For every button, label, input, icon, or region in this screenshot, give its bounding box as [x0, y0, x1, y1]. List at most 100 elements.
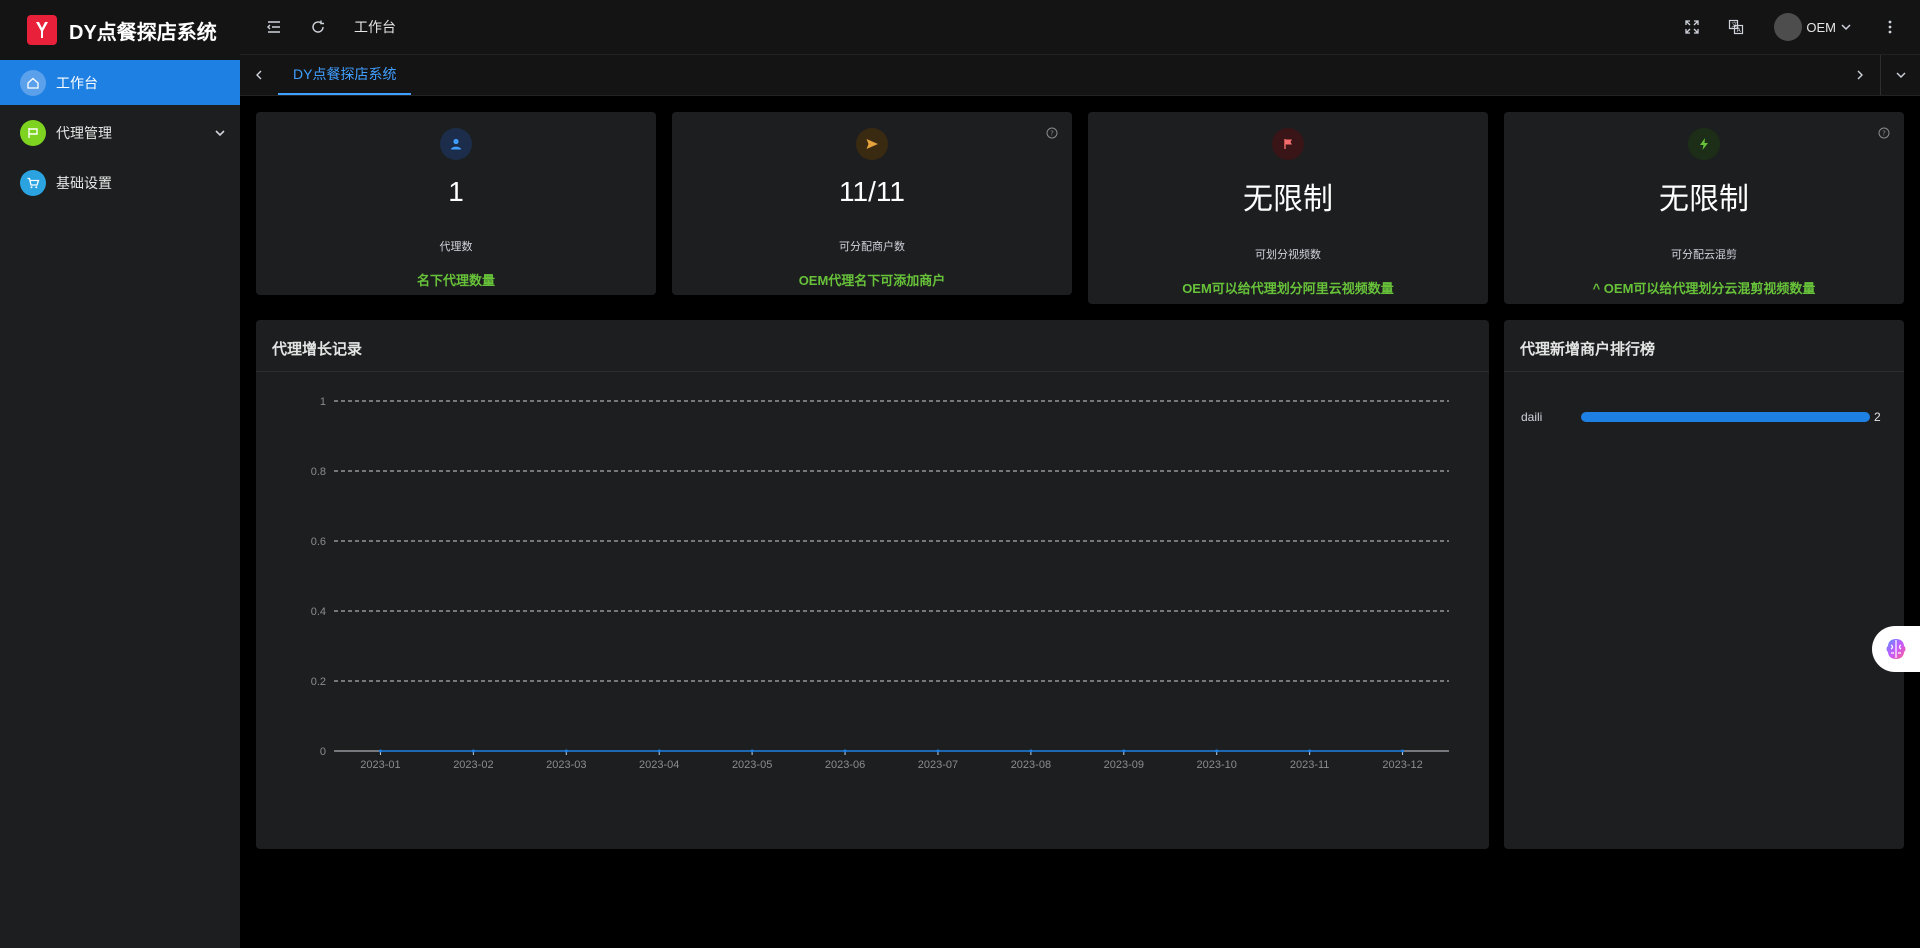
help-icon[interactable]: ?	[1878, 126, 1890, 139]
logo[interactable]: DY点餐探店系统	[0, 0, 240, 60]
sidebar-item-label: 代理管理	[56, 124, 112, 141]
x-tick-label: 2023-06	[825, 759, 865, 771]
chevron-down-icon[interactable]	[1840, 21, 1852, 33]
cart-icon	[20, 169, 46, 196]
svg-text:?: ?	[1882, 130, 1886, 138]
top-header: 工作台 文A OEM	[240, 0, 1920, 55]
x-tick-label: 2023-05	[732, 759, 772, 771]
stat-desc: 名下代理数量	[416, 273, 495, 288]
y-tick-label: 0.6	[311, 536, 326, 548]
sidebar-item-workbench[interactable]: 工作台	[0, 60, 240, 105]
flag-icon	[20, 119, 46, 146]
x-tick-label: 2023-10	[1197, 759, 1237, 771]
sidebar: DY点餐探店系统 工作台 代理管理 基础设置	[0, 0, 240, 948]
data-point	[471, 749, 475, 753]
ranking-bar	[1581, 412, 1870, 422]
chevron-down-icon[interactable]	[1880, 55, 1920, 95]
more-vertical-icon[interactable]	[1880, 17, 1900, 37]
data-point	[657, 749, 661, 753]
stat-desc: OEM可以给代理划分阿里云视频数量	[1182, 281, 1394, 296]
stat-value: 无限制	[1243, 183, 1333, 216]
tabs-controls	[1840, 55, 1920, 95]
x-tick-label: 2023-01	[360, 759, 400, 771]
breadcrumb[interactable]: 工作台	[354, 17, 396, 37]
bolt-icon	[1688, 128, 1720, 160]
tabs-bar: DY点餐探店系统	[240, 55, 1920, 96]
chevron-left-icon[interactable]	[240, 55, 278, 95]
data-point	[1215, 749, 1219, 753]
fullscreen-icon[interactable]	[1682, 17, 1702, 37]
panel-title: 代理新增商户排行榜	[1520, 341, 1656, 358]
agent-growth-panel: 代理增长记录 0 0.2 0.4 0.6 0.8 1 2023-01 2023-02 2023-…	[256, 320, 1489, 849]
sidebar-item-label: 基础设置	[56, 174, 112, 191]
data-point	[843, 749, 847, 753]
stat-label: 可分配云混剪	[1671, 249, 1737, 261]
agent-growth-chart: 0 0.2 0.4 0.6 0.8 1 2023-01 2023-02 2023-03 2023-…	[311, 396, 1449, 771]
data-point	[1029, 749, 1033, 753]
sidebar-menu: 工作台 代理管理 基础设置	[0, 60, 240, 205]
ranking-row: daili 2	[1521, 410, 1884, 424]
flag-icon	[1272, 128, 1304, 160]
data-point	[564, 749, 568, 753]
stat-label: 可分配商户数	[839, 241, 905, 253]
stat-desc: ^ OEM可以给代理划分云混剪视频数量	[1592, 281, 1816, 296]
refresh-icon[interactable]	[308, 17, 328, 37]
help-icon[interactable]: ?	[1046, 126, 1058, 139]
x-tick-label: 2023-08	[1011, 759, 1051, 771]
svg-text:?: ?	[1050, 130, 1054, 138]
sidebar-item-label: 工作台	[56, 74, 98, 91]
user-icon	[440, 128, 472, 160]
ranking-panel: 代理新增商户排行榜 daili 2	[1504, 320, 1904, 849]
data-point	[936, 749, 940, 753]
ranking-bar-track	[1581, 412, 1870, 422]
divider	[1504, 371, 1904, 372]
avatar[interactable]	[1774, 13, 1803, 41]
stat-desc: OEM代理名下可添加商户	[798, 273, 946, 288]
data-point	[1122, 749, 1126, 753]
x-tick-label: 2023-03	[546, 759, 586, 771]
chevron-down-icon[interactable]	[200, 127, 240, 139]
x-tick-label: 2023-02	[453, 759, 493, 771]
header-actions: 文A OEM	[1658, 13, 1920, 41]
stat-value: 11/11	[839, 176, 905, 207]
x-tick-label: 2023-07	[918, 759, 958, 771]
data-point	[1308, 749, 1312, 753]
y-tick-label: 0.2	[311, 676, 326, 688]
data-point	[750, 749, 754, 753]
chevron-right-icon[interactable]	[1840, 55, 1880, 95]
tab-home[interactable]: DY点餐探店系统	[278, 55, 412, 95]
app-title: DY点餐探店系统	[69, 21, 217, 44]
stat-value: 1	[448, 176, 464, 207]
stat-label: 可划分视频数	[1255, 249, 1321, 261]
app-root: DY点餐探店系统 工作台 代理管理 基础设置 工作台 文 A OEM DY点餐探…	[0, 0, 1920, 948]
data-point	[378, 749, 382, 753]
stat-card-cloud-remix: ? 无限制 可分配云混剪 ^ OEM可以给代理划分云混剪视频数量	[1504, 112, 1904, 304]
ranking-value: 2	[1874, 410, 1881, 424]
stat-card-agents: 1 代理数 名下代理数量	[256, 112, 656, 295]
main-content: 1 代理数 名下代理数量 ? 11/11 可分配商户数 OEM代理名下可添加商户…	[240, 96, 1920, 948]
home-icon	[20, 69, 46, 96]
y-tick-label: 1	[320, 396, 326, 408]
x-tick-label: 2023-04	[639, 759, 679, 771]
y-tick-label: 0.4	[311, 606, 326, 618]
user-name[interactable]: OEM	[1806, 20, 1836, 35]
stat-card-videos: 无限制 可划分视频数 OEM可以给代理划分阿里云视频数量	[1088, 112, 1488, 304]
x-tick-label: 2023-12	[1382, 759, 1422, 771]
y-tick-label: 0.8	[311, 466, 326, 478]
y-tick-label: 0	[320, 746, 326, 758]
ranking-name: daili	[1521, 410, 1543, 424]
ai-assistant-button[interactable]	[1872, 626, 1920, 672]
data-point	[1401, 749, 1405, 753]
brain-icon	[1886, 639, 1906, 659]
x-tick-label: 2023-09	[1104, 759, 1144, 771]
collapse-menu-icon[interactable]	[264, 17, 284, 37]
send-icon	[856, 128, 888, 160]
stat-card-merchants: ? 11/11 可分配商户数 OEM代理名下可添加商户	[672, 112, 1072, 295]
rabbit-logo-icon	[27, 15, 57, 45]
stat-value: 无限制	[1659, 183, 1749, 216]
sidebar-item-basic-settings[interactable]: 基础设置	[0, 160, 240, 205]
translate-icon[interactable]: 文A	[1726, 17, 1746, 37]
stat-label: 代理数	[439, 241, 473, 253]
sidebar-item-agent-management[interactable]: 代理管理	[0, 110, 240, 155]
x-tick-label: 2023-11	[1290, 759, 1330, 771]
